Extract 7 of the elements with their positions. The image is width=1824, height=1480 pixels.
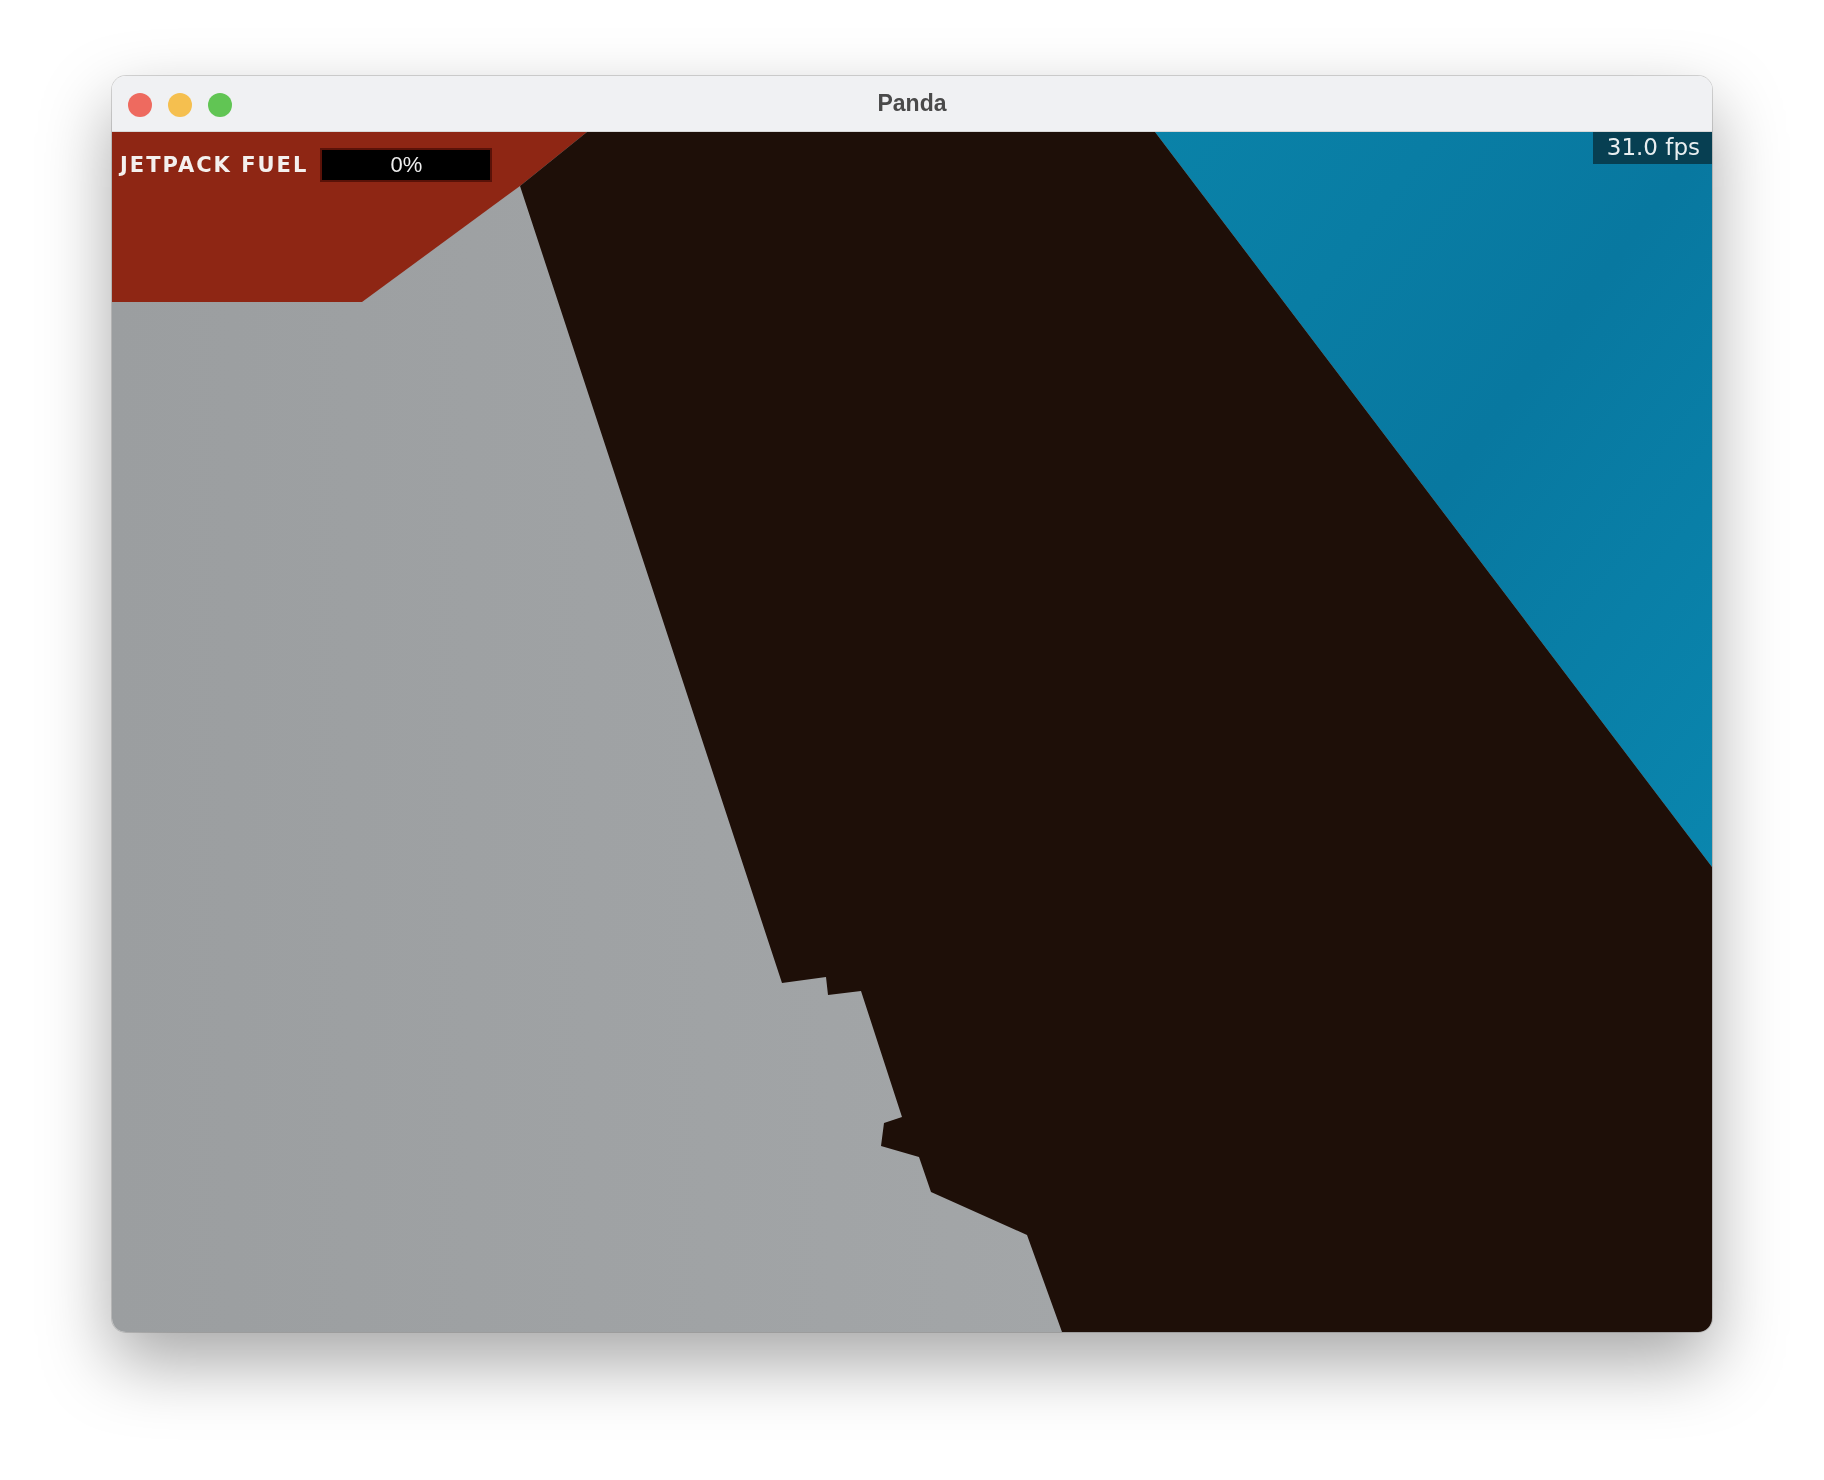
zoom-button[interactable]: [208, 93, 232, 117]
close-button[interactable]: [128, 93, 152, 117]
fuel-label: JETPACK FUEL: [120, 153, 309, 177]
fps-counter: 31.0 fps: [1592, 132, 1712, 164]
minimize-button[interactable]: [168, 93, 192, 117]
fuel-reading: 0%: [390, 152, 423, 178]
window-title: Panda: [877, 90, 947, 117]
